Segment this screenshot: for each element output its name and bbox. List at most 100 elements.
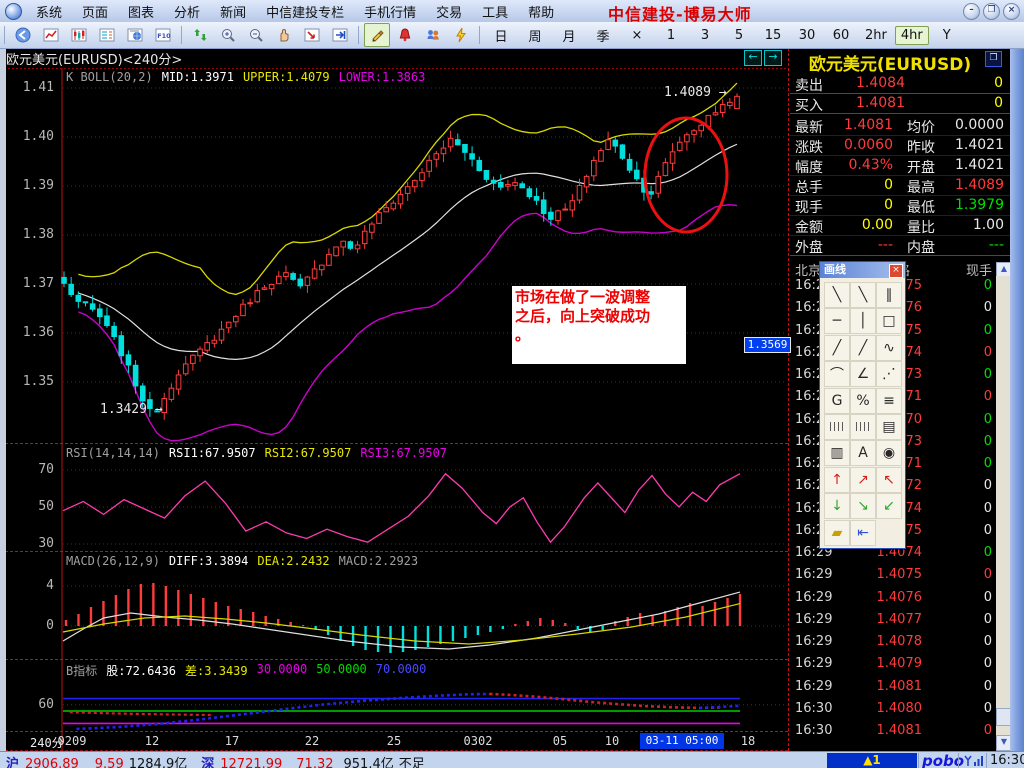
menu-手机行情[interactable]: 手机行情 [354,0,426,23]
toolbar-candlestick-chart-button[interactable] [66,23,92,47]
tool-segment-icon[interactable]: ╲ [850,282,876,308]
period-2hr-button[interactable]: 2hr [859,26,893,45]
tool-band-lines-icon[interactable]: ▤ [876,414,902,440]
toolbar-f10-info-button[interactable]: F10 [150,23,176,47]
toolbar-quote-list-button[interactable] [94,23,120,47]
tool-trend-line-icon[interactable]: ╱ [824,334,850,361]
status-bar: 沪 2906.89 9.59 1284.9亿 深 12721.99 71.32 951.4亿不… [0,751,1024,768]
app-icon[interactable] [5,3,22,20]
tool-arrow-down-left-icon[interactable]: ↙ [876,493,902,520]
period-4hr-button[interactable]: 4hr [894,25,929,45]
tool-eraser-icon[interactable]: ▰ [824,519,850,546]
tool-cycle-lines-icon[interactable]: |||| [850,414,876,440]
panel-restore-icon[interactable]: ❐ [985,51,1002,67]
macd-axis-label: 0 [46,618,54,633]
tool-horizontal-segment-icon[interactable]: ─ [824,308,850,335]
close-button[interactable]: × [1003,3,1020,20]
period-3-button[interactable]: 3 [689,26,721,45]
x-tick-label: 22 [304,734,320,748]
period-×-button[interactable]: × [621,26,653,45]
palette-close-icon[interactable]: × [889,264,903,278]
status-item: 沪 [6,757,20,768]
tick-vol: 0 [983,723,992,738]
tool-text-tool-icon[interactable]: A [850,440,876,467]
period-60-button[interactable]: 60 [825,26,857,45]
period-30-button[interactable]: 30 [791,26,823,45]
tool-gann-lines-icon[interactable]: ≡ [876,387,902,414]
quote-value: 1.3979 [955,197,1004,213]
toolbar-line-chart-button[interactable] [38,23,64,47]
quote-value: --- [988,237,1004,253]
tool-arc-icon[interactable]: ⌒ [824,361,850,388]
menu-图表[interactable]: 图表 [118,0,164,23]
toolbar-next-page-button[interactable] [327,23,353,47]
b-diff-value: 差:3.3439 [185,664,248,678]
quote-label-现手: 现手 [795,200,823,216]
period-Y-button[interactable]: Y [931,26,963,45]
period-1-button[interactable]: 1 [655,26,687,45]
menu-系统[interactable]: 系统 [26,0,72,23]
period-15-button[interactable]: 15 [757,26,789,45]
quote-label-买入: 买入 [795,98,823,114]
tool-vertical-grid-icon[interactable]: |||| [824,414,850,440]
minimize-button[interactable]: – [963,3,980,20]
tool-fan-lines-icon[interactable]: ⋰ [876,361,902,388]
period-周-button[interactable]: 周 [519,24,551,47]
tool-arrow-down-right-icon[interactable]: ↘ [850,493,876,520]
toolbar-hotkey-button[interactable] [448,23,474,47]
x-tick-label: 25 [386,734,402,748]
macd-dea-value: DEA:2.2432 [257,554,330,568]
toolbar-zoom-in-button[interactable] [215,23,241,47]
tool-arrow-up-icon[interactable]: ↑ [824,466,850,493]
menu-工具[interactable]: 工具 [472,0,518,23]
menu-分析[interactable]: 分析 [164,0,210,23]
tick-vol: 0 [983,567,992,583]
period-季-button[interactable]: 季 [587,24,619,47]
toolbar-users-button[interactable] [420,23,446,47]
quote-value: 1.4084 [856,75,905,91]
quote-label-总手: 总手 [795,180,823,196]
toolbar-news-button[interactable] [122,23,148,47]
chart-annotation: 市场在做了一波调整 之后，向上突破成功 。 [512,286,686,364]
toolbar-alarm-button[interactable] [392,23,418,47]
toolbar-drag-hand-button[interactable] [271,23,297,47]
scrollbar-track[interactable] [996,276,1010,735]
tool-percent-lines-icon[interactable]: % [850,387,876,414]
toolbar-back-button[interactable] [10,23,36,47]
restore-button[interactable]: ❐ [983,3,1000,20]
toolbar-zoom-out-button[interactable] [243,23,269,47]
tool-rectangle-icon[interactable]: □ [876,308,902,335]
scroll-right-icon[interactable]: → [764,50,782,66]
tool-arrow-up-right-icon[interactable]: ↗ [850,466,876,493]
tick-price: 1.4080 [876,700,923,716]
toolbar-draw-line-button[interactable] [364,23,390,47]
tool-angle-lines-icon[interactable]: ∠ [850,361,876,388]
toolbar-refresh-button[interactable] [187,23,213,47]
menu-页面[interactable]: 页面 [72,0,118,23]
tool-golden-section-icon[interactable]: G [824,387,850,414]
menu-新闻[interactable]: 新闻 [210,0,256,23]
tool-curve-icon[interactable]: ∿ [876,334,902,361]
tool-trend-segment-icon[interactable]: ╱ [850,334,876,361]
row-separator [790,235,1010,236]
period-月-button[interactable]: 月 [553,24,585,47]
quote-value: 0 [994,75,1003,91]
status-item: 9.59 [94,757,124,768]
period-日-button[interactable]: 日 [485,24,517,47]
tool-time-cycle-icon[interactable]: ◉ [876,440,902,467]
toolbar-export-chart-button[interactable] [299,23,325,47]
tool-vertical-segment-icon[interactable]: │ [850,308,876,335]
tool-arrow-up-left-icon[interactable]: ↖ [876,466,902,493]
tool-arrow-down-icon[interactable]: ↓ [824,493,850,520]
menu-中信建投专栏[interactable]: 中信建投专栏 [256,0,354,23]
tool-line-icon[interactable]: ╲ [824,282,850,308]
period-5-button[interactable]: 5 [723,26,755,45]
zoom-out-icon [250,29,263,42]
tool-exit-draw-icon[interactable]: ⇤ [850,519,876,546]
status-item: 2906.89 [25,757,79,768]
menu-交易[interactable]: 交易 [426,0,472,23]
tool-parallel-lines-icon[interactable]: ∥ [876,282,902,308]
menu-帮助[interactable]: 帮助 [518,0,564,23]
tool-channel-lines-icon[interactable]: ▥ [824,440,850,467]
scroll-left-icon[interactable]: ← [744,50,762,66]
